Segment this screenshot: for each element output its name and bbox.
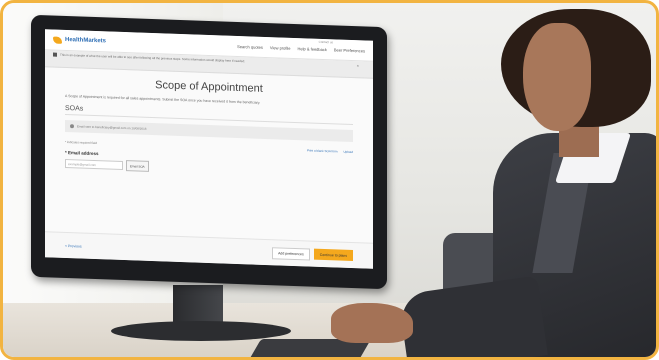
page-footer: < Previous Add preferences Continue to p…: [45, 231, 373, 269]
monitor: HealthMarkets Contact us Search quotes V…: [31, 14, 387, 290]
upload-link[interactable]: Upload: [343, 150, 353, 154]
woman-hand: [331, 303, 413, 343]
close-icon[interactable]: ×: [357, 63, 359, 68]
brand-name: HealthMarkets: [65, 36, 107, 45]
logo-icon: [53, 36, 62, 44]
top-nav: Search quotes View profile Help & feedba…: [237, 43, 365, 52]
soa-actions: Print a blank SOA form Upload: [307, 148, 353, 154]
continue-button[interactable]: Continue to plans: [313, 248, 353, 262]
contact-link[interactable]: Contact us: [319, 40, 333, 45]
nav-search-quotes[interactable]: Search quotes: [237, 43, 263, 49]
required-note: * indicates required field: [65, 139, 98, 146]
nav-help[interactable]: Help & feedback: [298, 46, 327, 52]
email-soa-button[interactable]: Email SOA: [126, 160, 149, 172]
email-field[interactable]: example@gmail.com: [65, 158, 123, 170]
photo-frame: HealthMarkets Contact us Search quotes V…: [0, 0, 659, 360]
monitor-screen: HealthMarkets Contact us Search quotes V…: [45, 29, 373, 269]
monitor-stand: [173, 285, 223, 325]
add-preferences-button[interactable]: Add preferences: [272, 246, 310, 261]
info-text: Email sent to beneficiary@gmail.com on 1…: [77, 124, 147, 131]
woman-sleeve: [398, 275, 548, 357]
info-icon: [53, 52, 57, 57]
nav-view-profile[interactable]: View profile: [270, 45, 291, 51]
main-content: Scope of Appointment A Scope of Appointm…: [45, 67, 373, 179]
status-icon: [70, 124, 74, 129]
woman-face: [523, 23, 591, 131]
monitor-base: [111, 321, 291, 341]
site-logo[interactable]: HealthMarkets: [53, 36, 106, 45]
previous-link[interactable]: < Previous: [65, 243, 82, 248]
print-soa-link[interactable]: Print a blank SOA form: [307, 148, 338, 153]
nav-preferences[interactable]: Beer Preferences: [334, 47, 365, 53]
